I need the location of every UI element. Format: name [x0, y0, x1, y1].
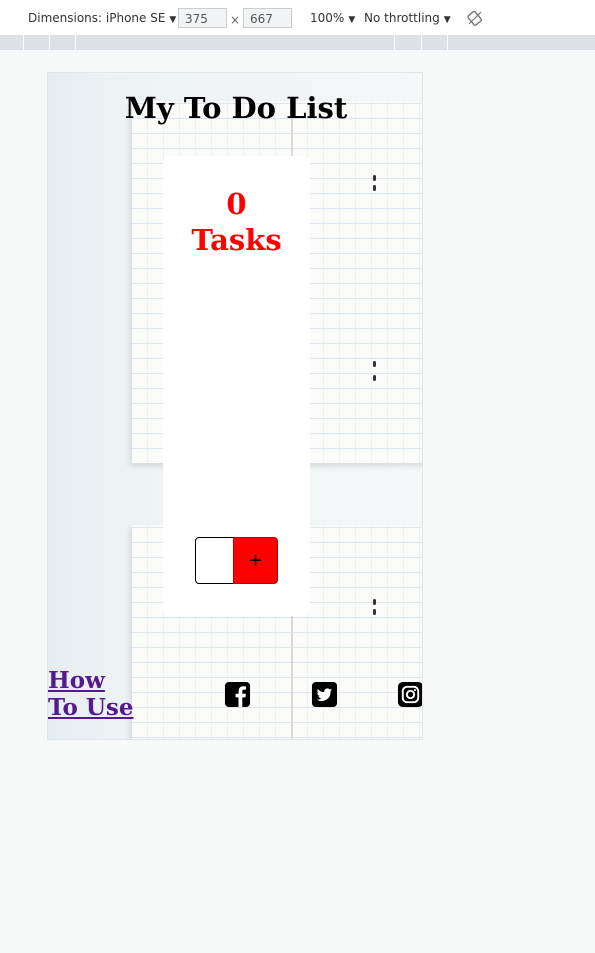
chevron-down-icon: ▼	[169, 15, 177, 25]
height-input[interactable]: 667	[243, 8, 292, 28]
zoom-dropdown[interactable]: 100% ▼	[310, 11, 355, 25]
rotate-icon[interactable]	[467, 10, 483, 26]
media-query-ruler[interactable]	[0, 35, 595, 50]
task-count-word: Tasks	[191, 223, 282, 257]
task-count-number: 0	[226, 187, 247, 221]
throttling-label: No throttling	[364, 11, 440, 25]
dimensions-dropdown[interactable]: Dimensions: iPhone SE ▼	[28, 11, 176, 25]
chevron-down-icon: ▼	[443, 15, 451, 25]
page-title: My To Do List	[124, 91, 348, 125]
facebook-icon[interactable]	[224, 681, 251, 708]
width-input[interactable]: 375	[178, 8, 227, 28]
throttling-dropdown[interactable]: No throttling ▼	[364, 11, 451, 25]
zoom-label: 100%	[310, 11, 345, 25]
add-task-row: +	[195, 537, 278, 584]
task-input[interactable]	[195, 537, 235, 584]
instagram-icon[interactable]	[397, 681, 423, 708]
how-to-use-link[interactable]: How To Use	[48, 667, 138, 721]
task-counter: 0 Tasks	[163, 186, 310, 258]
twitter-icon[interactable]	[311, 681, 338, 708]
times-symbol: ×	[230, 13, 241, 27]
dimensions-label: Dimensions: iPhone SE	[28, 11, 166, 25]
add-task-button[interactable]: +	[233, 537, 278, 584]
device-viewport: My To Do List 0 Tasks + How To Use	[47, 72, 423, 740]
device-toolbar: Dimensions: iPhone SE ▼ 375 × 667 100% ▼ N…	[0, 0, 595, 36]
todo-card: 0 Tasks +	[163, 156, 310, 616]
chevron-down-icon: ▼	[348, 15, 356, 25]
